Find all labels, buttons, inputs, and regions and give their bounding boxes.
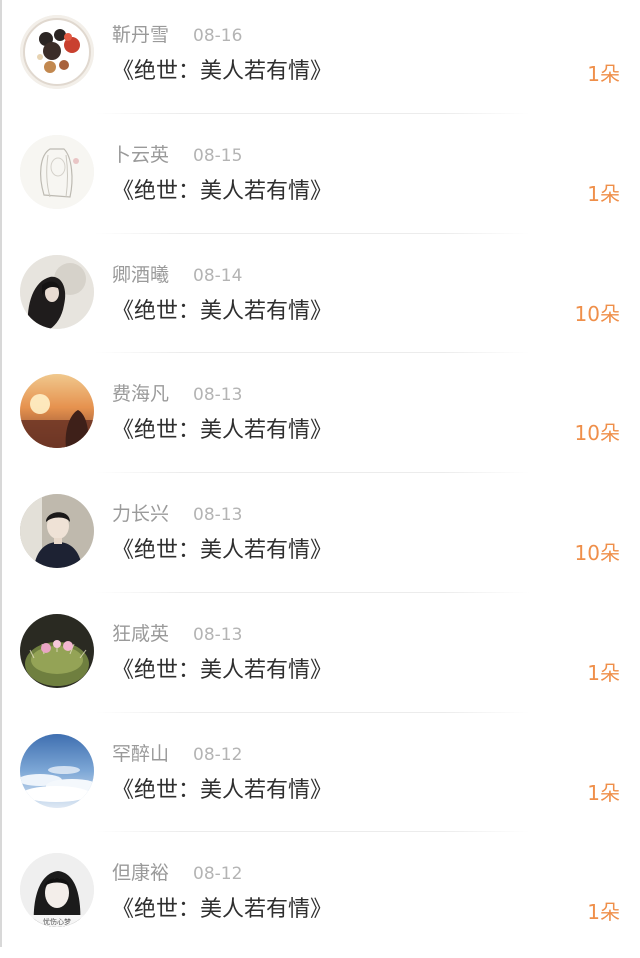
avatar-caption: 忧伤心梦 — [43, 917, 71, 926]
flower-count: 10朵 — [574, 301, 620, 326]
avatar-sketch-girl-icon[interactable] — [20, 134, 94, 209]
gift-date: 08-14 — [193, 265, 243, 286]
avatar-cactus-flower-icon[interactable] — [20, 613, 94, 688]
user-name: 但康裕 — [112, 862, 170, 885]
list-item[interactable]: 费海凡 08-13 《绝世：美人若有情》 10朵 — [0, 359, 640, 479]
gift-date: 08-13 — [193, 385, 243, 406]
gift-date: 08-16 — [193, 26, 243, 46]
avatar-dark-hair-girl-icon[interactable] — [20, 254, 94, 329]
user-name: 靳丹雪 — [112, 24, 170, 46]
flower-count: 10朵 — [574, 541, 620, 565]
avatar-boy-portrait-icon[interactable] — [20, 494, 94, 568]
avatar-sky-clouds-icon[interactable] — [20, 733, 94, 808]
gift-date: 08-12 — [193, 744, 243, 765]
row-divider — [95, 831, 530, 833]
user-name: 力长兴 — [112, 503, 170, 525]
flower-count: 1朵 — [587, 780, 620, 805]
flower-count: 10朵 — [574, 421, 620, 446]
gift-date: 08-12 — [193, 864, 243, 885]
user-name: 费海凡 — [112, 383, 170, 406]
list-item[interactable]: 罕醉山 08-12 《绝世：美人若有情》 1朵 — [0, 719, 640, 839]
row-divider — [95, 232, 530, 234]
user-name: 罕醉山 — [112, 742, 170, 765]
book-title: 《绝世：美人若有情》 — [112, 418, 333, 444]
user-name: 狂咸英 — [112, 622, 170, 645]
avatar-food-plate-icon[interactable] — [20, 15, 94, 89]
flower-count: 1朵 — [587, 660, 620, 685]
user-name: 卜云英 — [112, 143, 170, 166]
book-title: 《绝世：美人若有情》 — [112, 777, 333, 803]
avatar-girl-bw-icon[interactable]: 忧伤心梦 — [20, 853, 94, 928]
row-divider — [95, 112, 530, 114]
flower-count: 1朵 — [587, 900, 620, 925]
user-name: 卿酒曦 — [112, 263, 170, 286]
list-item[interactable]: 狂咸英 08-13 《绝世：美人若有情》 1朵 — [0, 599, 640, 719]
flower-count: 1朵 — [587, 62, 620, 86]
row-divider — [95, 591, 530, 593]
book-title: 《绝世：美人若有情》 — [112, 178, 333, 204]
book-title: 《绝世：美人若有情》 — [112, 657, 333, 683]
book-title: 《绝世：美人若有情》 — [112, 897, 333, 923]
list-item[interactable]: 卜云英 08-15 《绝世：美人若有情》 1朵 — [0, 120, 640, 240]
list-item[interactable]: 靳丹雪 08-16 《绝世：美人若有情》 1朵 — [0, 0, 640, 120]
gift-date: 08-15 — [193, 145, 243, 166]
list-item[interactable]: 卿酒曦 08-14 《绝世：美人若有情》 10朵 — [0, 240, 640, 360]
row-divider — [95, 711, 530, 713]
gift-date: 08-13 — [193, 624, 243, 645]
row-divider — [95, 352, 530, 354]
list-item[interactable]: 力长兴 08-13 《绝世：美人若有情》 10朵 — [0, 479, 640, 599]
list-item[interactable]: 忧伤心梦 但康裕 08-12 《绝世：美人若有情》 1朵 — [0, 838, 640, 958]
gift-date: 08-13 — [193, 505, 243, 525]
book-title: 《绝世：美人若有情》 — [112, 59, 333, 84]
flower-gift-list: 靳丹雪 08-16 《绝世：美人若有情》 1朵 卜云英 08-15 《绝世：美人… — [0, 0, 640, 958]
flower-count: 1朵 — [587, 181, 620, 206]
avatar-sunset-icon[interactable] — [20, 374, 94, 449]
book-title: 《绝世：美人若有情》 — [112, 298, 333, 324]
row-divider — [95, 472, 530, 473]
book-title: 《绝世：美人若有情》 — [112, 538, 333, 563]
